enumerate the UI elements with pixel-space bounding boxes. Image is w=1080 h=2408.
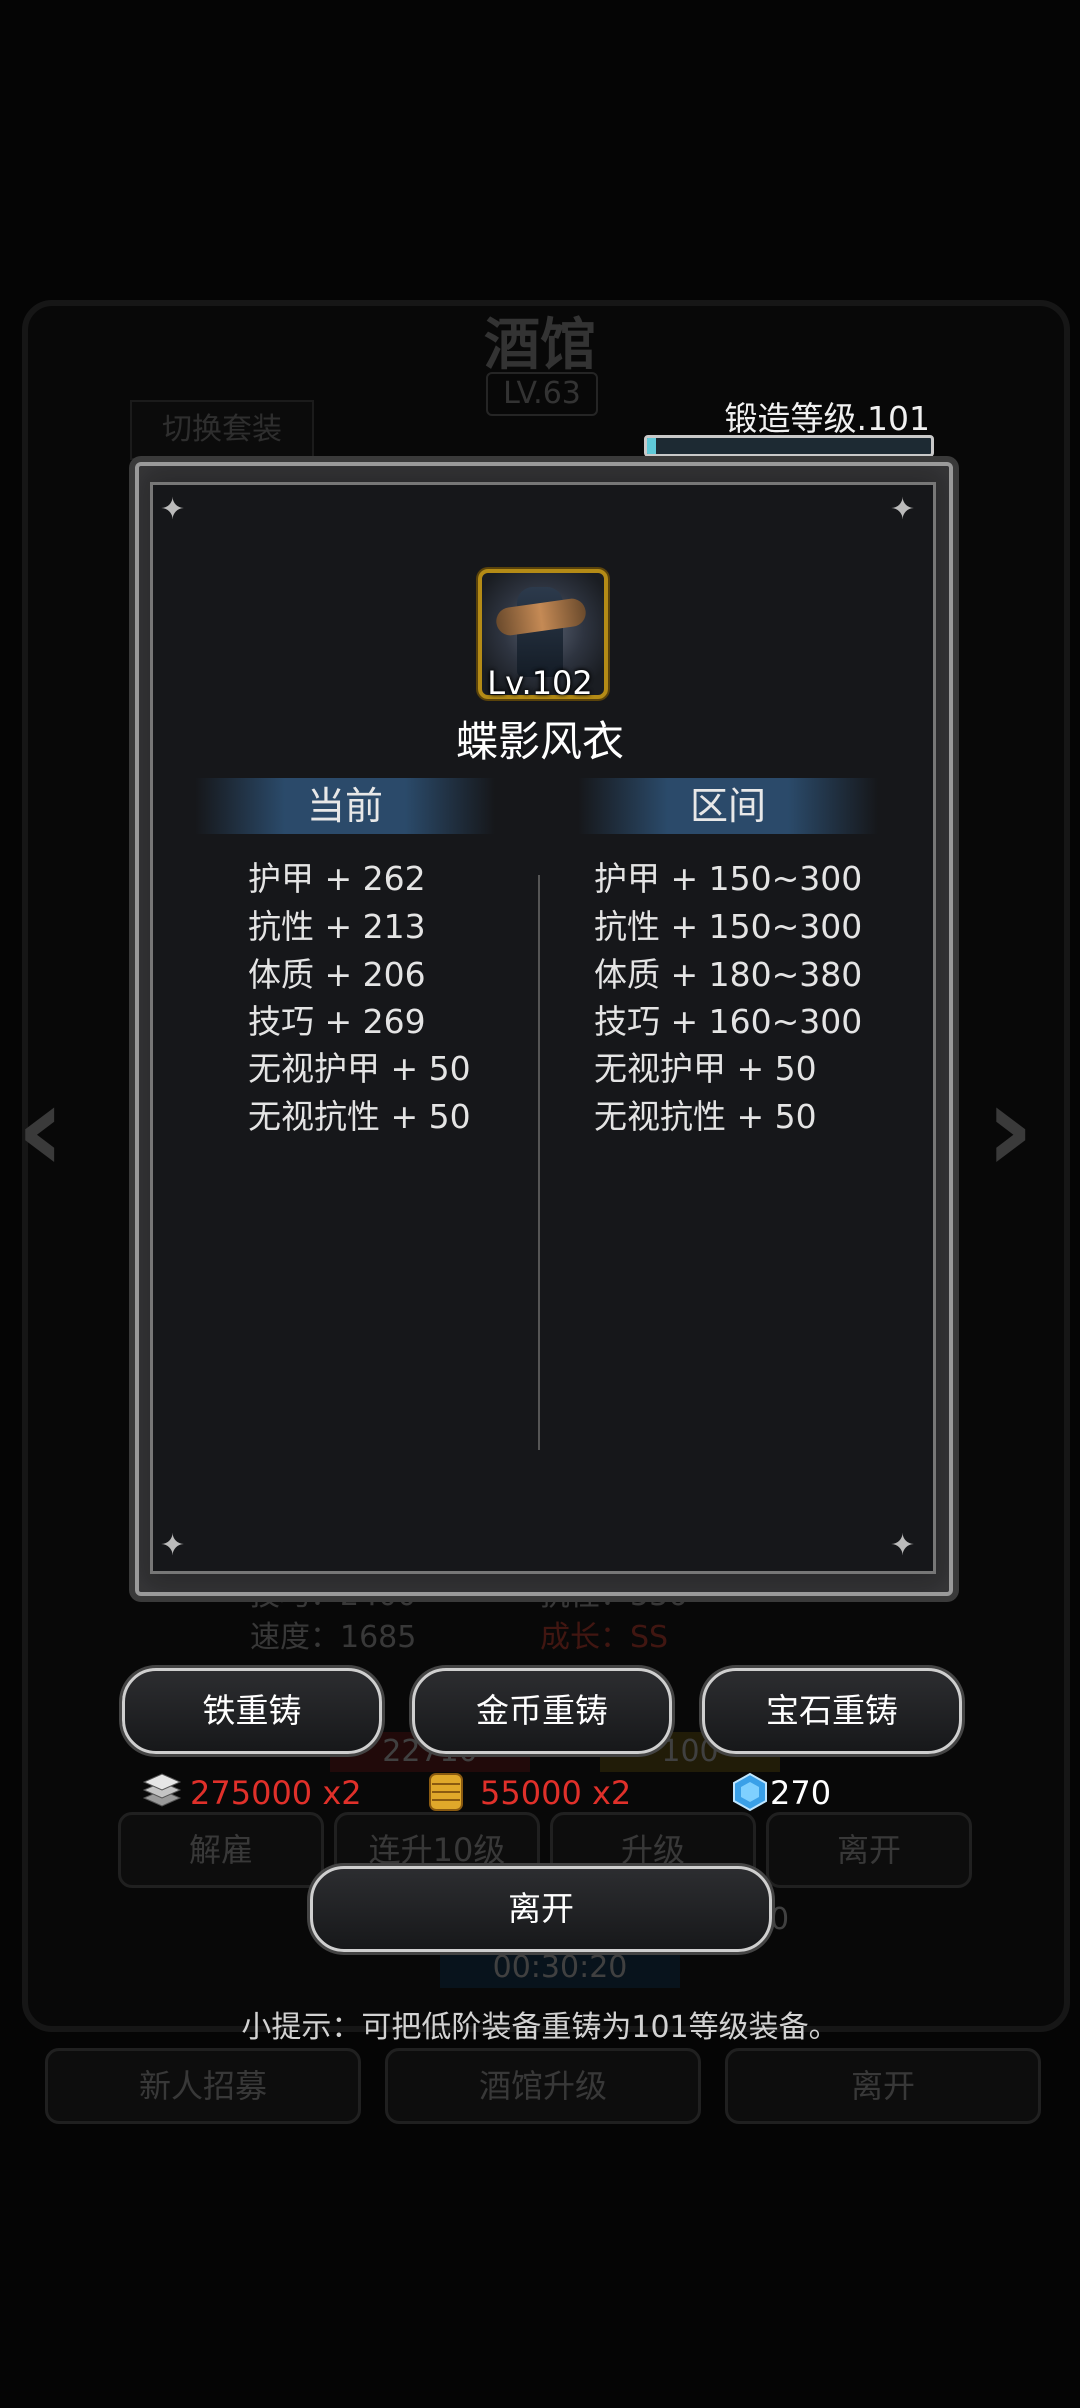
bg-button: 离开	[766, 1812, 972, 1888]
current-stat: 抗性 + 213	[248, 907, 426, 946]
tip-text: 小提示：可把低阶装备重铸为101等级装备。	[241, 2010, 839, 2045]
range-column-header: 区间	[578, 778, 878, 834]
current-column-header: 当前	[195, 778, 495, 834]
bg-timer: 00:30:20	[440, 1948, 680, 1988]
gem-cost: 270	[770, 1774, 832, 1812]
gold-recast-button[interactable]: 金币重铸	[412, 1668, 672, 1754]
forge-level-label: 锻造等级.101	[724, 399, 930, 438]
iron-cost: 275000 x2	[190, 1774, 362, 1812]
item-level: Lv.102	[487, 664, 593, 702]
leave-button[interactable]: 离开	[310, 1866, 772, 1952]
gold-coin-icon	[429, 1773, 463, 1811]
bg-stat: 成长：SS	[540, 1620, 669, 1655]
range-stat: 护甲 + 150~300	[594, 859, 863, 898]
chevron-left-icon[interactable]: ‹	[16, 1060, 65, 1199]
bg-button: 解雇	[118, 1812, 324, 1888]
current-stat: 技巧 + 269	[248, 1002, 426, 1041]
iron-recast-button[interactable]: 铁重铸	[122, 1668, 382, 1754]
iron-icon	[142, 1773, 182, 1807]
forge-progress-fill	[647, 438, 656, 454]
gold-cost: 55000 x2	[480, 1774, 632, 1812]
bg-stat: 速度：1685	[250, 1620, 417, 1655]
range-stat: 技巧 + 160~300	[594, 1002, 863, 1041]
range-stat: 无视护甲 + 50	[594, 1049, 817, 1088]
forge-progress-bar	[644, 435, 934, 457]
bg-button: 新人招募	[45, 2048, 361, 2124]
range-stat: 抗性 + 150~300	[594, 907, 863, 946]
corner-ornament-icon: ✦	[890, 1528, 916, 1563]
column-divider	[538, 875, 540, 1450]
range-stat: 无视抗性 + 50	[594, 1097, 817, 1136]
range-stat: 体质 + 180~380	[594, 955, 863, 994]
current-stat: 无视护甲 + 50	[248, 1049, 471, 1088]
current-stat: 体质 + 206	[248, 955, 426, 994]
tavern-title: 酒馆	[484, 312, 596, 378]
corner-ornament-icon: ✦	[160, 492, 186, 527]
current-stat: 无视抗性 + 50	[248, 1097, 471, 1136]
tavern-level: LV.63	[486, 372, 598, 416]
bg-button: 离开	[725, 2048, 1041, 2124]
current-stat: 护甲 + 262	[248, 859, 426, 898]
switch-set-button: 切换套装	[130, 400, 314, 460]
corner-ornament-icon: ✦	[890, 492, 916, 527]
gem-recast-button[interactable]: 宝石重铸	[702, 1668, 962, 1754]
corner-ornament-icon: ✦	[160, 1528, 186, 1563]
coat-band	[494, 596, 588, 638]
chevron-right-icon[interactable]: ›	[985, 1060, 1034, 1199]
bg-button: 酒馆升级	[385, 2048, 701, 2124]
gem-icon	[733, 1772, 767, 1812]
item-name: 蝶影风衣	[455, 717, 624, 766]
